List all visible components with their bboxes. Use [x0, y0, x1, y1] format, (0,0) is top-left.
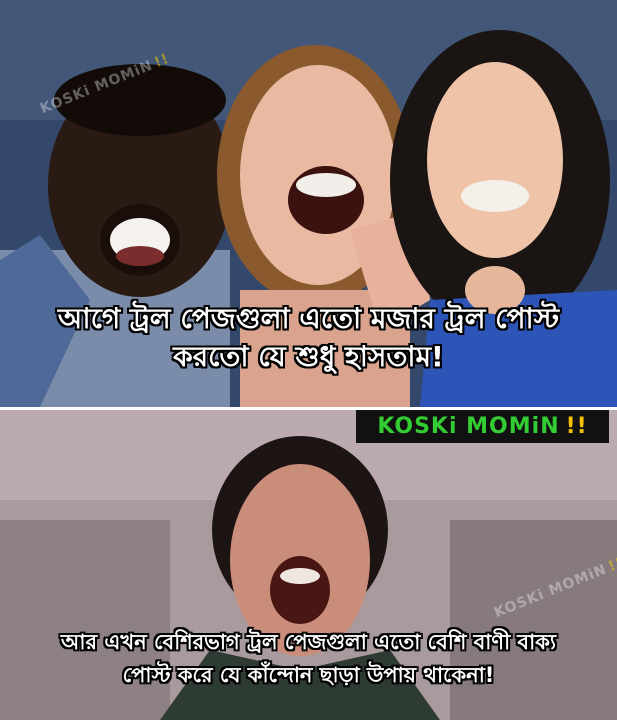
logo-suffix: !! [565, 414, 588, 439]
bottom-caption-line-2: পোস্ট করে যে কাঁন্দোন ছাড়া উপায় থাকেনা… [122, 662, 495, 687]
bottom-caption-line-1: আর এখন বেশিরভাগ ট্রল পেজগুলা এতো বেশি বা… [61, 630, 556, 654]
logo-text: KOSKi MOMiN [377, 414, 560, 439]
top-caption: আগে ট্রল পেজগুলা এতো মজার ট্রল পোস্ট করত… [0, 300, 617, 376]
bottom-caption: আর এখন বেশিরভাগ ট্রল পেজগুলা এতো বেশি বা… [0, 626, 617, 691]
top-caption-line-2: করতো যে শুধু হাসতাম! [173, 339, 444, 373]
logo-banner: KOSKi MOMiN!! [356, 410, 609, 443]
top-caption-line-1: আগে ট্রল পেজগুলা এতো মজার ট্রল পোস্ট [57, 302, 560, 335]
